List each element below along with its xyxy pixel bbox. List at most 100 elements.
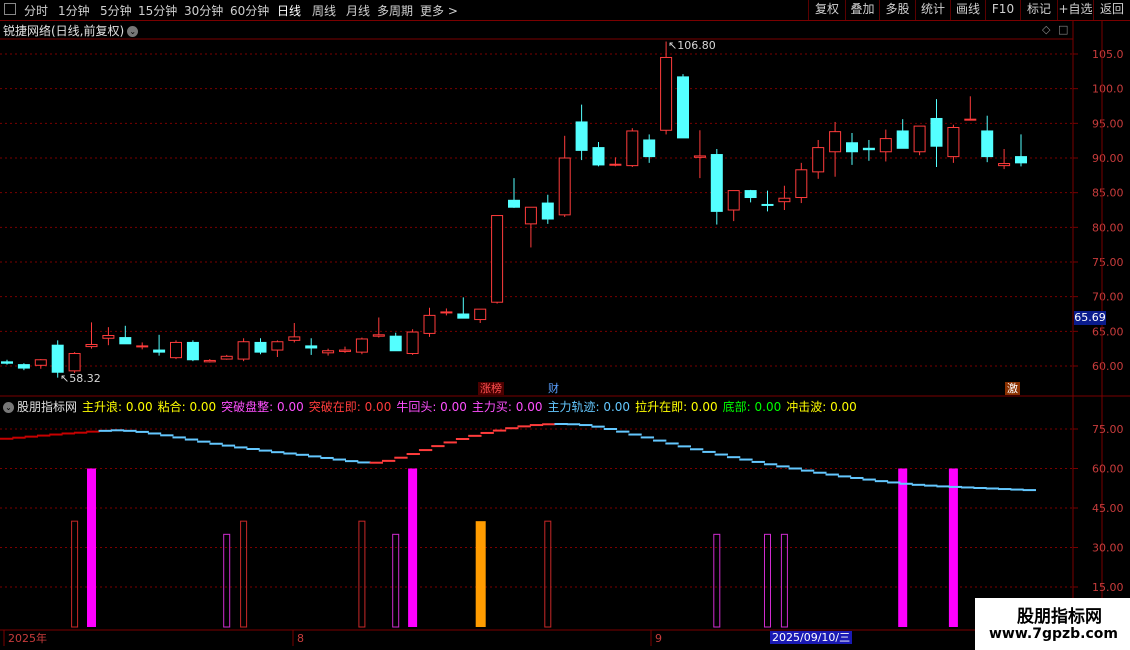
indicator-field: 主力买: 0.00 xyxy=(471,400,543,414)
date-label: 8 xyxy=(297,632,304,645)
signal-bar-filled xyxy=(898,468,908,627)
candle-body xyxy=(727,190,740,211)
candle-body xyxy=(677,76,689,139)
candle-body xyxy=(1015,156,1027,164)
candle-body xyxy=(220,355,233,360)
candle-body xyxy=(981,130,994,158)
indicator-tick-label: 45.00 xyxy=(1092,502,1124,515)
watermark-logo: 股朋指标网 www.7gpzb.com xyxy=(975,598,1130,650)
candle-body xyxy=(558,157,571,216)
candle-body xyxy=(423,314,436,334)
candle-body xyxy=(389,335,402,352)
candle-body xyxy=(186,341,199,361)
event-tag-limit-up[interactable]: 涨榜 xyxy=(478,382,504,395)
indicator-field: 突破盘整: 0.00 xyxy=(221,400,304,414)
indicator-field: 拉升在即: 0.00 xyxy=(635,400,718,414)
candle-body xyxy=(203,359,216,363)
candle-body xyxy=(609,163,622,166)
signal-bar-hollow-magenta xyxy=(392,533,400,628)
candle-body xyxy=(170,341,182,359)
candle-body xyxy=(508,199,520,208)
low-price-label: ↖58.32 xyxy=(60,372,101,385)
signal-bar-filled xyxy=(87,468,96,627)
candle-body xyxy=(1,361,13,364)
price-tick-label: 100.0 xyxy=(1092,83,1124,96)
signal-bar-orange xyxy=(475,521,486,627)
high-arrow-icon: ↖ xyxy=(668,39,678,52)
indicator-tick-label: 15.00 xyxy=(1092,581,1124,594)
candle-body xyxy=(626,130,639,167)
candle-body xyxy=(237,341,250,360)
signal-bar-hollow-magenta xyxy=(223,533,231,628)
candle-body xyxy=(812,147,825,173)
candle-body xyxy=(643,139,656,158)
indicator-field: 主升浪: 0.00 xyxy=(82,400,153,414)
indicator-tick-label: 60.00 xyxy=(1092,463,1124,476)
price-tick-label: 90.00 xyxy=(1092,152,1124,165)
low-arrow-icon: ↖ xyxy=(60,372,70,385)
indicator-field: 底部: 0.00 xyxy=(722,400,782,414)
indicator-field: 牛回头: 0.00 xyxy=(396,400,467,414)
candle-body xyxy=(795,169,808,199)
price-tick-label: 70.00 xyxy=(1092,291,1124,304)
low-price-text: 58.32 xyxy=(69,372,101,385)
candle-body xyxy=(930,117,943,147)
candle-body xyxy=(136,345,149,348)
candle-body xyxy=(372,334,385,337)
candle-body xyxy=(846,142,858,153)
candle-body xyxy=(575,121,588,151)
square-icon: □ xyxy=(1058,23,1068,36)
candle-body xyxy=(710,154,723,212)
indicator-chevron-icon[interactable]: ⌄ xyxy=(3,402,14,413)
candle-body xyxy=(947,126,960,158)
price-tick-label: 75.00 xyxy=(1092,256,1124,269)
candle-body xyxy=(778,197,791,203)
signal-bar-hollow-magenta xyxy=(713,533,721,628)
candle-body xyxy=(761,203,774,206)
candle-body xyxy=(271,341,284,351)
candle-body xyxy=(964,118,977,121)
candle-body xyxy=(474,308,487,321)
signal-bar-hollow-red xyxy=(71,520,79,628)
candle-body xyxy=(102,334,115,339)
selected-date: 2025/09/10/三 xyxy=(770,631,853,644)
candle-body xyxy=(254,341,267,353)
indicator-field: 冲击波: 0.00 xyxy=(786,400,857,414)
candle-body xyxy=(34,359,47,366)
candle-body xyxy=(524,206,537,225)
signal-bar-hollow-magenta xyxy=(764,533,771,628)
candle-body xyxy=(17,364,30,369)
indicator-field: 突破在即: 0.00 xyxy=(308,400,392,414)
signal-bar-filled xyxy=(408,468,418,627)
candle-body xyxy=(119,337,132,345)
signal-bar-filled xyxy=(948,468,958,627)
event-tag-active[interactable]: 激 xyxy=(1005,382,1020,395)
date-label: 9 xyxy=(655,632,662,645)
candle-body xyxy=(305,345,318,349)
candle-body xyxy=(322,350,335,354)
signal-bar-hollow-red xyxy=(544,520,552,628)
candle-body xyxy=(440,311,453,314)
indicator-name: 股朋指标网 xyxy=(17,400,78,414)
candle-body xyxy=(592,147,605,166)
watermark-url: www.7gpzb.com xyxy=(989,626,1119,642)
high-price-label: ↖106.80 xyxy=(668,39,716,52)
signal-bar-hollow-magenta xyxy=(780,533,788,628)
candle-body xyxy=(153,349,166,353)
signal-bar-hollow-red xyxy=(358,520,366,628)
candle-body xyxy=(913,125,926,153)
indicator-tick-label: 75.00 xyxy=(1092,423,1124,436)
candle-body xyxy=(879,138,892,153)
price-tick-label: 65.00 xyxy=(1092,325,1124,338)
indicator-tick-label: 30.00 xyxy=(1092,542,1124,555)
price-tick-label: 80.00 xyxy=(1092,221,1124,234)
candle-body xyxy=(693,155,706,158)
kline-chart[interactable]: 105.0 100.0 95.00 90.00 85.00 80.00 75.00 70.00… xyxy=(0,0,1130,650)
event-tag-finance[interactable]: 财 xyxy=(546,382,561,395)
watermark-title: 股朋指标网 xyxy=(1017,607,1102,627)
price-tick-label: 105.0 xyxy=(1092,48,1124,61)
signal-bar-hollow-red xyxy=(240,520,248,628)
current-price-tag: 65.69 xyxy=(1074,311,1106,325)
candle-body xyxy=(355,338,368,353)
candle-body xyxy=(288,336,301,341)
